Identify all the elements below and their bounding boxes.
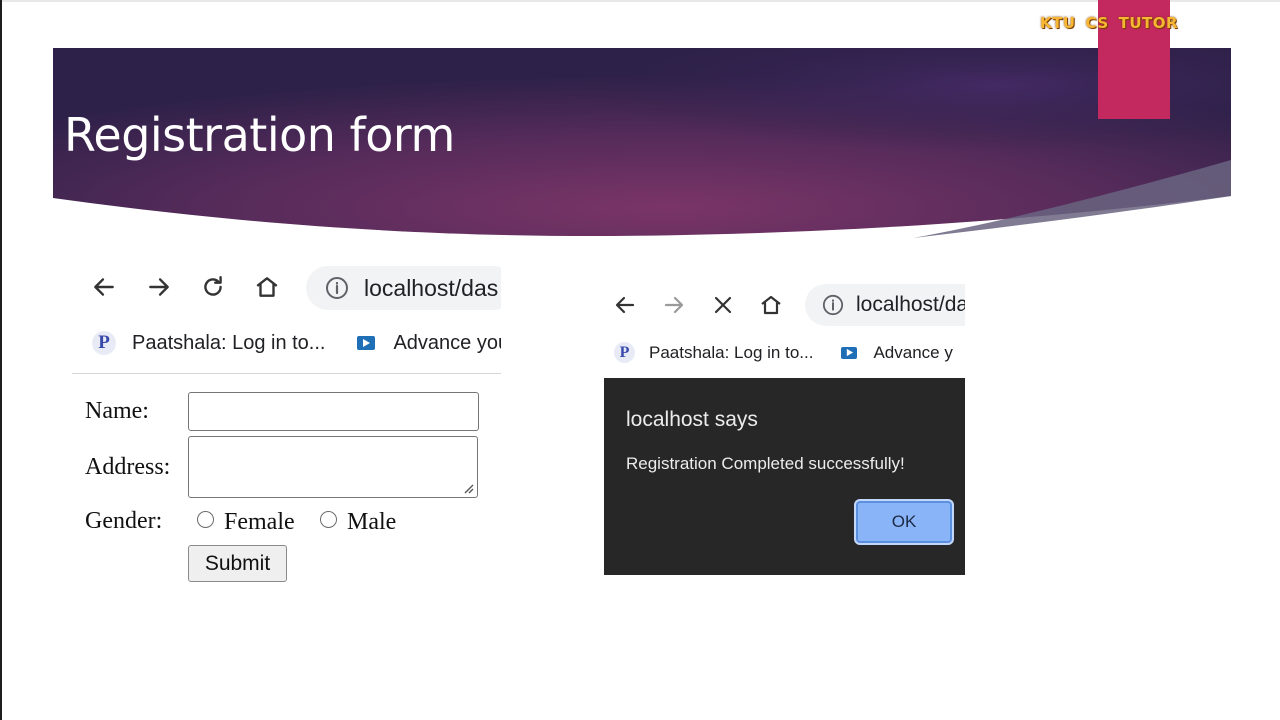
- bookmark-label: Advance you: [393, 331, 501, 354]
- brand-logo-part: KTU: [1040, 14, 1076, 32]
- bookmarks-bar: P Paatshala: Log in to... Advance you: [92, 331, 501, 355]
- name-input[interactable]: [188, 392, 479, 431]
- gender-label: Gender:: [85, 508, 163, 534]
- female-radio[interactable]: [197, 511, 214, 528]
- toolbar-divider: [72, 373, 501, 374]
- site-info-icon[interactable]: [322, 276, 352, 300]
- brand-logo-part: TUTOR: [1118, 14, 1179, 32]
- forward-arrow-icon[interactable]: [142, 270, 176, 304]
- bookmark-paatshala[interactable]: P Paatshala: Log in to...: [614, 342, 813, 363]
- home-icon[interactable]: [754, 288, 788, 322]
- address-text: localhost/das: [364, 274, 499, 301]
- male-option-label: Male: [347, 509, 397, 535]
- slide-top-border: [0, 0, 1280, 2]
- submit-button[interactable]: Submit: [188, 545, 287, 582]
- female-option-label: Female: [224, 509, 295, 535]
- bookmark-label: Advance y: [873, 342, 953, 362]
- browser-window-alert: localhost/da P Paatshala: Log in to... A…: [592, 280, 965, 580]
- address-bar[interactable]: localhost/das: [306, 266, 501, 310]
- browser-window-form: localhost/das P Paatshala: Log in to... …: [72, 258, 501, 588]
- dialog-title: localhost says: [626, 408, 758, 431]
- bookmark-label: Paatshala: Log in to...: [649, 342, 814, 362]
- bookmark-advance[interactable]: Advance y: [841, 342, 953, 363]
- male-radio[interactable]: [320, 511, 337, 528]
- back-arrow-icon[interactable]: [608, 288, 642, 322]
- bookmark-paatshala[interactable]: P Paatshala: Log in to...: [92, 331, 325, 355]
- video-bookmark-icon: [841, 346, 858, 359]
- dialog-message: Registration Completed successfully!: [626, 454, 905, 473]
- alert-dialog: localhost says Registration Completed su…: [604, 378, 965, 575]
- bookmark-advance[interactable]: Advance you: [357, 332, 501, 355]
- browser-toolbar: localhost/das: [72, 258, 501, 318]
- name-label: Name:: [85, 398, 149, 424]
- ok-button[interactable]: OK: [854, 499, 954, 545]
- registration-form: Name: Address: Gender: Female Male Submi…: [72, 386, 501, 586]
- address-bar[interactable]: localhost/da: [805, 284, 965, 326]
- home-icon[interactable]: [250, 270, 284, 304]
- slide-left-border: [0, 0, 2, 720]
- forward-arrow-icon[interactable]: [657, 288, 691, 322]
- stop-loading-icon[interactable]: [706, 288, 740, 322]
- address-label: Address:: [85, 454, 171, 480]
- brand-logo-part: CS: [1085, 14, 1109, 32]
- site-info-icon[interactable]: [820, 294, 846, 316]
- brand-logo: KTU CS TUTOR: [1040, 12, 1178, 34]
- slide-title: Registration form: [64, 108, 455, 162]
- reload-icon[interactable]: [196, 270, 230, 304]
- paatshala-icon: P: [614, 342, 635, 363]
- paatshala-icon: P: [92, 331, 116, 355]
- back-arrow-icon[interactable]: [87, 270, 121, 304]
- bookmark-label: Paatshala: Log in to...: [132, 331, 326, 354]
- address-text: localhost/da: [856, 293, 965, 316]
- resize-grip-icon[interactable]: [462, 482, 474, 494]
- address-textarea[interactable]: [188, 436, 478, 498]
- bookmarks-bar: P Paatshala: Log in to... Advance y: [614, 342, 953, 363]
- video-bookmark-icon: [357, 336, 376, 350]
